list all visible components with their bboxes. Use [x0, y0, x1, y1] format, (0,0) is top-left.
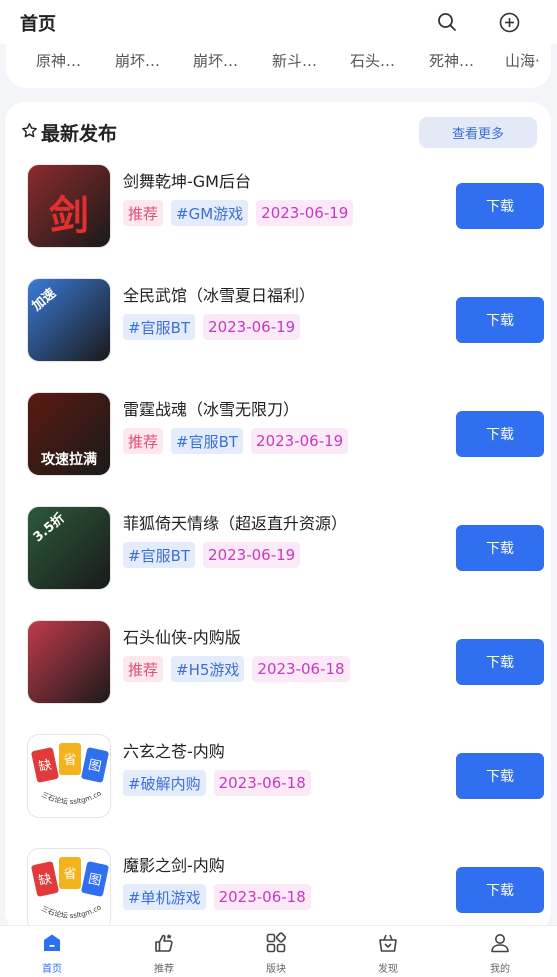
icon-badge-text: 攻速拉满 — [41, 452, 97, 468]
app-row[interactable]: 加速 全民武馆（冰雪夏日福利） #官服BT 2023-06-19 下载 — [5, 278, 551, 378]
nav-home[interactable]: 首页 — [22, 932, 82, 976]
download-button[interactable]: 下载 — [456, 753, 544, 799]
nav-label: 我的 — [490, 964, 510, 975]
app-tags: #单机游戏 2023-06-18 — [123, 884, 311, 910]
category-item[interactable]: 死神… — [429, 50, 474, 71]
app-row[interactable]: 攻速拉满 雷霆战魂（冰雪无限刀） 推荐 #官服BT 2023-06-19 下载 — [5, 392, 551, 492]
category-item[interactable]: 崩坏… — [193, 50, 238, 71]
category-tag[interactable]: #破解内购 — [123, 770, 206, 796]
category-tag[interactable]: #GM游戏 — [171, 200, 249, 226]
icon-badge-text: 加速 — [29, 285, 60, 315]
nav-label: 版块 — [266, 964, 286, 975]
nav-label: 首页 — [42, 964, 62, 975]
nav-profile[interactable]: 我的 — [470, 932, 530, 976]
page-title: 首页 — [20, 14, 56, 35]
app-icon[interactable]: 缺省图三石论坛 ssltgm.com — [27, 734, 111, 818]
date-tag: 2023-06-19 — [203, 314, 301, 340]
bottom-nav: 首页 推荐 版块 发现 我的 — [0, 925, 557, 977]
category-tag[interactable]: #官服BT — [123, 314, 196, 340]
icon-badge-text: 剑 — [49, 193, 89, 239]
app-name[interactable]: 剑舞乾坤-GM后台 — [123, 168, 251, 192]
app-icon[interactable]: 3.5折 — [27, 506, 111, 590]
category-item[interactable]: 石头… — [350, 50, 395, 71]
nav-boards[interactable]: 版块 — [246, 932, 306, 976]
date-tag: 2023-06-19 — [203, 542, 301, 568]
category-tag[interactable]: #单机游戏 — [123, 884, 206, 910]
recommend-tag: 推荐 — [123, 656, 164, 682]
placeholder-char: 省 — [63, 867, 76, 882]
app-tags: 推荐 #GM游戏 2023-06-19 — [123, 200, 354, 226]
app-row[interactable]: 剑 剑舞乾坤-GM后台 推荐 #GM游戏 2023-06-19 下载 — [5, 164, 551, 264]
view-more-button[interactable]: 查看更多 — [419, 117, 537, 148]
category-item[interactable]: 崩坏… — [115, 50, 160, 71]
app-name[interactable]: 菲狐倚天情缘（超返直升资源） — [123, 510, 347, 534]
app-icon[interactable]: 缺省图三石论坛 ssltgm.com — [27, 848, 111, 932]
app-name[interactable]: 魔影之剑-内购 — [123, 852, 225, 876]
app-row[interactable]: 缺省图三石论坛 ssltgm.com 魔影之剑-内购 #单机游戏 2023-06-18… — [5, 848, 551, 932]
app-row[interactable]: 缺省图三石论坛 ssltgm.com 六玄之苍-内购 #破解内购 2023-06-18… — [5, 734, 551, 834]
app-row[interactable]: 3.5折 菲狐倚天情缘（超返直升资源） #官服BT 2023-06-19 下载 — [5, 506, 551, 606]
app-icon[interactable]: 攻速拉满 — [27, 392, 111, 476]
search-icon[interactable] — [436, 11, 458, 33]
app-row[interactable]: 石头仙侠-内购版 推荐 #H5游戏 2023-06-18 下载 — [5, 620, 551, 720]
download-button[interactable]: 下载 — [456, 411, 544, 457]
date-tag: 2023-06-18 — [213, 770, 311, 796]
category-item[interactable]: 新斗… — [272, 50, 317, 71]
latest-release-card: 最新发布 查看更多 剑剑舞乾坤-GM后台 推荐 #GM游戏 2023-06-19 下载加… — [5, 102, 551, 932]
thumbs-up-icon — [153, 932, 175, 958]
category-strip: 原神… 崩坏… 崩坏… 新斗… 石头… 死神… 山海· — [6, 38, 551, 88]
app-icon[interactable] — [27, 620, 111, 704]
nav-recommend[interactable]: 推荐 — [134, 932, 194, 976]
app-tags: 推荐 #官服BT 2023-06-19 — [123, 428, 349, 454]
app-name[interactable]: 六玄之苍-内购 — [123, 738, 225, 762]
app-tags: #官服BT 2023-06-19 — [123, 542, 301, 568]
category-item[interactable]: 原神… — [36, 50, 81, 71]
app-tags: #破解内购 2023-06-18 — [123, 770, 311, 796]
category-tag[interactable]: #H5游戏 — [171, 656, 245, 682]
recommend-tag: 推荐 — [123, 200, 164, 226]
download-button[interactable]: 下载 — [456, 297, 544, 343]
category-tag[interactable]: #官服BT — [171, 428, 244, 454]
download-button[interactable]: 下载 — [456, 525, 544, 571]
date-tag: 2023-06-19 — [251, 428, 349, 454]
nav-label: 推荐 — [154, 964, 174, 975]
app-name[interactable]: 全民武馆（冰雪夏日福利） — [123, 282, 315, 306]
discover-icon — [377, 932, 399, 958]
app-icon[interactable]: 加速 — [27, 278, 111, 362]
app-icon[interactable]: 剑 — [27, 164, 111, 248]
home-icon — [41, 932, 63, 958]
placeholder-char: 省 — [63, 753, 76, 768]
category-item[interactable]: 山海· — [505, 50, 540, 71]
date-tag: 2023-06-19 — [256, 200, 354, 226]
nav-discover[interactable]: 发现 — [358, 932, 418, 976]
app-name[interactable]: 雷霆战魂（冰雪无限刀） — [123, 396, 299, 420]
date-tag: 2023-06-18 — [252, 656, 350, 682]
app-tags: #官服BT 2023-06-19 — [123, 314, 301, 340]
app-name[interactable]: 石头仙侠-内购版 — [123, 624, 241, 648]
section-header: 最新发布 — [21, 120, 118, 145]
icon-badge-text: 3.5折 — [30, 510, 68, 546]
download-button[interactable]: 下载 — [456, 639, 544, 685]
download-button[interactable]: 下载 — [456, 183, 544, 229]
grid-icon — [265, 932, 287, 958]
category-tag[interactable]: #官服BT — [123, 542, 196, 568]
date-tag: 2023-06-18 — [213, 884, 311, 910]
star-outline-icon — [21, 122, 38, 143]
plus-circle-icon[interactable] — [498, 11, 520, 33]
download-button[interactable]: 下载 — [456, 867, 544, 913]
section-title: 最新发布 — [41, 122, 118, 145]
user-icon — [489, 932, 511, 958]
nav-label: 发现 — [378, 964, 398, 975]
app-tags: 推荐 #H5游戏 2023-06-18 — [123, 656, 350, 682]
recommend-tag: 推荐 — [123, 428, 164, 454]
